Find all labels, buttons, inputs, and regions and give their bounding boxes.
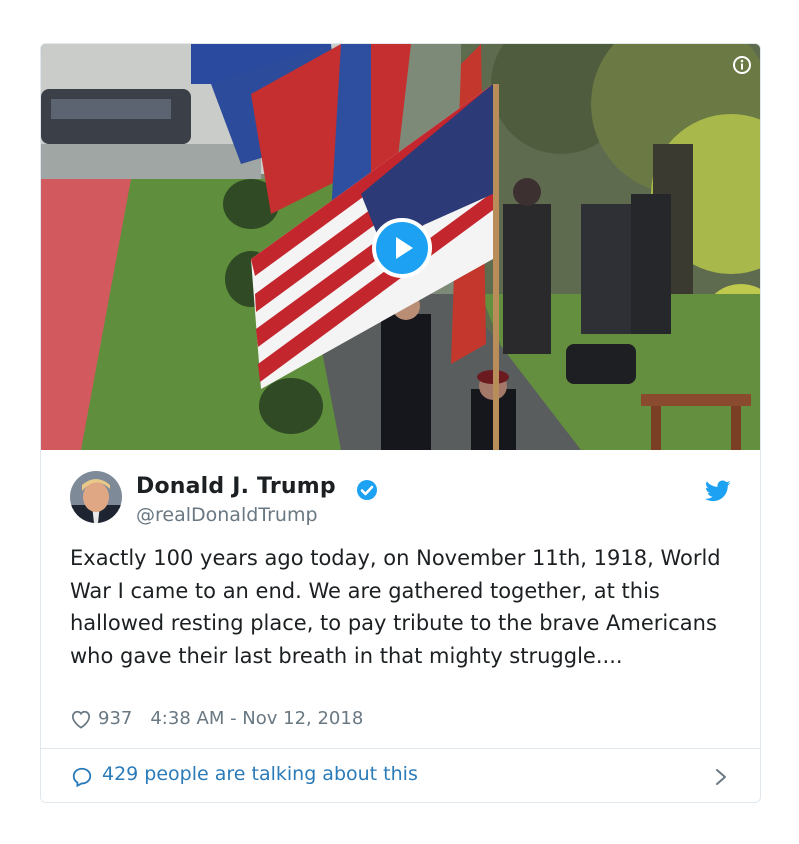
timestamp-link[interactable]: 4:38 AM - Nov 12, 2018 — [150, 708, 363, 729]
speech-bubble-icon — [71, 766, 93, 788]
chevron-right-icon — [714, 767, 728, 787]
twitter-bird-icon[interactable] — [704, 478, 731, 504]
embedded-tweet-card: Donald J. Trump @realDonaldTrump Exactly… — [40, 43, 761, 803]
verified-badge-icon — [355, 478, 379, 502]
author-name[interactable]: Donald J. Trump — [136, 474, 336, 499]
heart-icon[interactable] — [70, 709, 92, 729]
tweet-text: Exactly 100 years ago today, on November… — [70, 546, 721, 668]
author-handle[interactable]: @realDonaldTrump — [136, 504, 318, 526]
video-thumbnail[interactable] — [41, 44, 760, 450]
tweet-meta: 937 4:38 AM - Nov 12, 2018 — [70, 708, 363, 729]
conversation-text: 429 people are talking about this — [102, 763, 418, 785]
info-icon[interactable] — [732, 55, 752, 75]
like-count[interactable]: 937 — [98, 708, 132, 729]
play-icon — [396, 237, 413, 259]
avatar[interactable] — [70, 471, 122, 523]
conversation-link[interactable]: 429 people are talking about this — [41, 749, 760, 802]
tweet-header: Donald J. Trump @realDonaldTrump — [41, 450, 760, 540]
play-button[interactable] — [372, 218, 432, 278]
